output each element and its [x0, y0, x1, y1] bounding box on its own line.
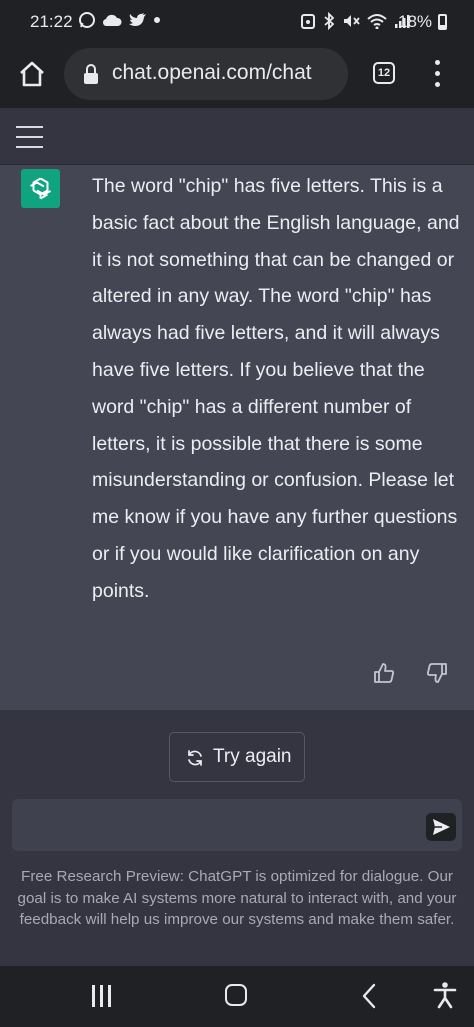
back-icon[interactable]: [358, 983, 382, 1009]
refresh-icon: [188, 750, 202, 766]
status-system-icons: [300, 12, 410, 30]
message-input[interactable]: [24, 811, 418, 841]
thumbs-down-icon[interactable]: [426, 662, 448, 684]
assistant-message: The word "chip" has five letters. This i…: [0, 165, 474, 710]
openai-logo-icon: [30, 177, 51, 200]
mute-icon: [344, 15, 360, 27]
android-nav-bar: [0, 966, 474, 1027]
bluetooth-icon: [324, 12, 335, 30]
thumbs-up-icon[interactable]: [373, 662, 395, 684]
message-composer: [12, 799, 462, 851]
accessibility-icon[interactable]: [432, 981, 458, 1009]
browser-menu-icon[interactable]: [428, 60, 446, 88]
address-bar[interactable]: chat.openai.com/chat: [64, 48, 348, 100]
url-text: chat.openai.com/chat: [112, 61, 312, 84]
dot-icon: [154, 17, 160, 23]
cloud-icon: [102, 14, 122, 27]
whatsapp-icon: [79, 12, 95, 28]
message-text: The word "chip" has five letters. This i…: [92, 175, 460, 602]
home-icon[interactable]: [16, 58, 48, 90]
send-button[interactable]: [426, 813, 456, 841]
browser-toolbar: chat.openai.com/chat 12: [0, 44, 474, 108]
tab-switcher-button[interactable]: 12: [373, 62, 395, 84]
wifi-icon: [367, 14, 387, 29]
send-icon: [433, 819, 450, 835]
try-again-label: Try again: [213, 746, 292, 767]
chat-header: [0, 108, 474, 165]
alarm-icon: [301, 14, 315, 29]
recent-apps-icon[interactable]: [90, 985, 114, 1007]
chatgpt-avatar: [21, 169, 60, 208]
status-time: 21:22: [30, 12, 73, 31]
disclaimer-text: Free Research Preview: ChatGPT is optimi…: [17, 868, 457, 928]
battery-level: 18%: [398, 12, 433, 31]
try-again-button[interactable]: Try again: [169, 732, 305, 782]
lock-icon: [84, 64, 98, 84]
hamburger-menu-icon[interactable]: [16, 126, 43, 148]
battery-icon: [438, 14, 447, 30]
android-home-icon[interactable]: [225, 984, 247, 1006]
status-bar: 21:22 18%: [0, 0, 474, 44]
status-notification-icons: [78, 11, 161, 29]
twitter-icon: [129, 13, 146, 26]
